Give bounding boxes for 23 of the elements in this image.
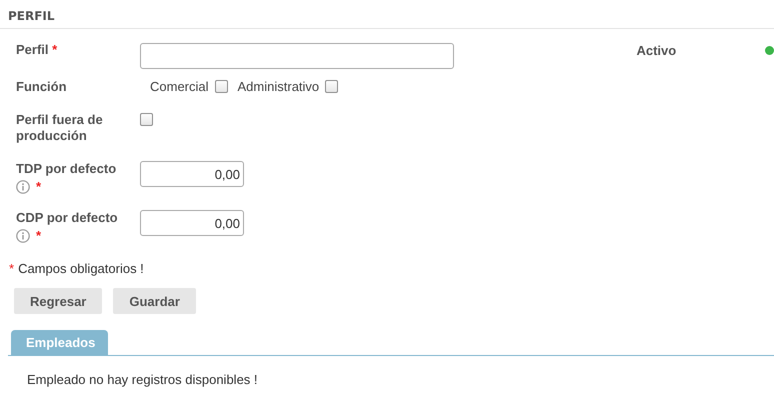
field-label: TDP por defecto: [16, 161, 116, 176]
form-button[interactable]: Guardar: [113, 288, 196, 314]
option-label: Administrativo: [238, 79, 320, 94]
form-button[interactable]: Regresar: [14, 288, 102, 314]
required-note: Campos obligatorios !: [18, 261, 144, 277]
checkbox[interactable]: [325, 80, 338, 93]
checkbox[interactable]: [214, 80, 228, 93]
input-field[interactable]: 0,00: [140, 161, 244, 187]
required-mark: *: [36, 179, 42, 195]
field-label: CDP por defecto: [16, 210, 118, 225]
checkbox[interactable]: [140, 113, 153, 126]
input-field[interactable]: [140, 43, 454, 69]
input-field[interactable]: 0,00: [140, 210, 244, 236]
field-label: Perfil fuera de producción: [16, 112, 103, 143]
required-mark: *: [9, 261, 14, 277]
status-label: Activo: [636, 42, 676, 58]
empty-message: Empleado no hay registros disponibles !: [27, 372, 259, 387]
section-title: PERFIL: [8, 9, 55, 23]
field-label: Función: [16, 79, 67, 94]
field-label: Perfil: [16, 42, 49, 57]
option-label: Comercial: [150, 79, 209, 94]
required-mark: *: [36, 228, 42, 244]
required-mark: *: [52, 42, 58, 57]
